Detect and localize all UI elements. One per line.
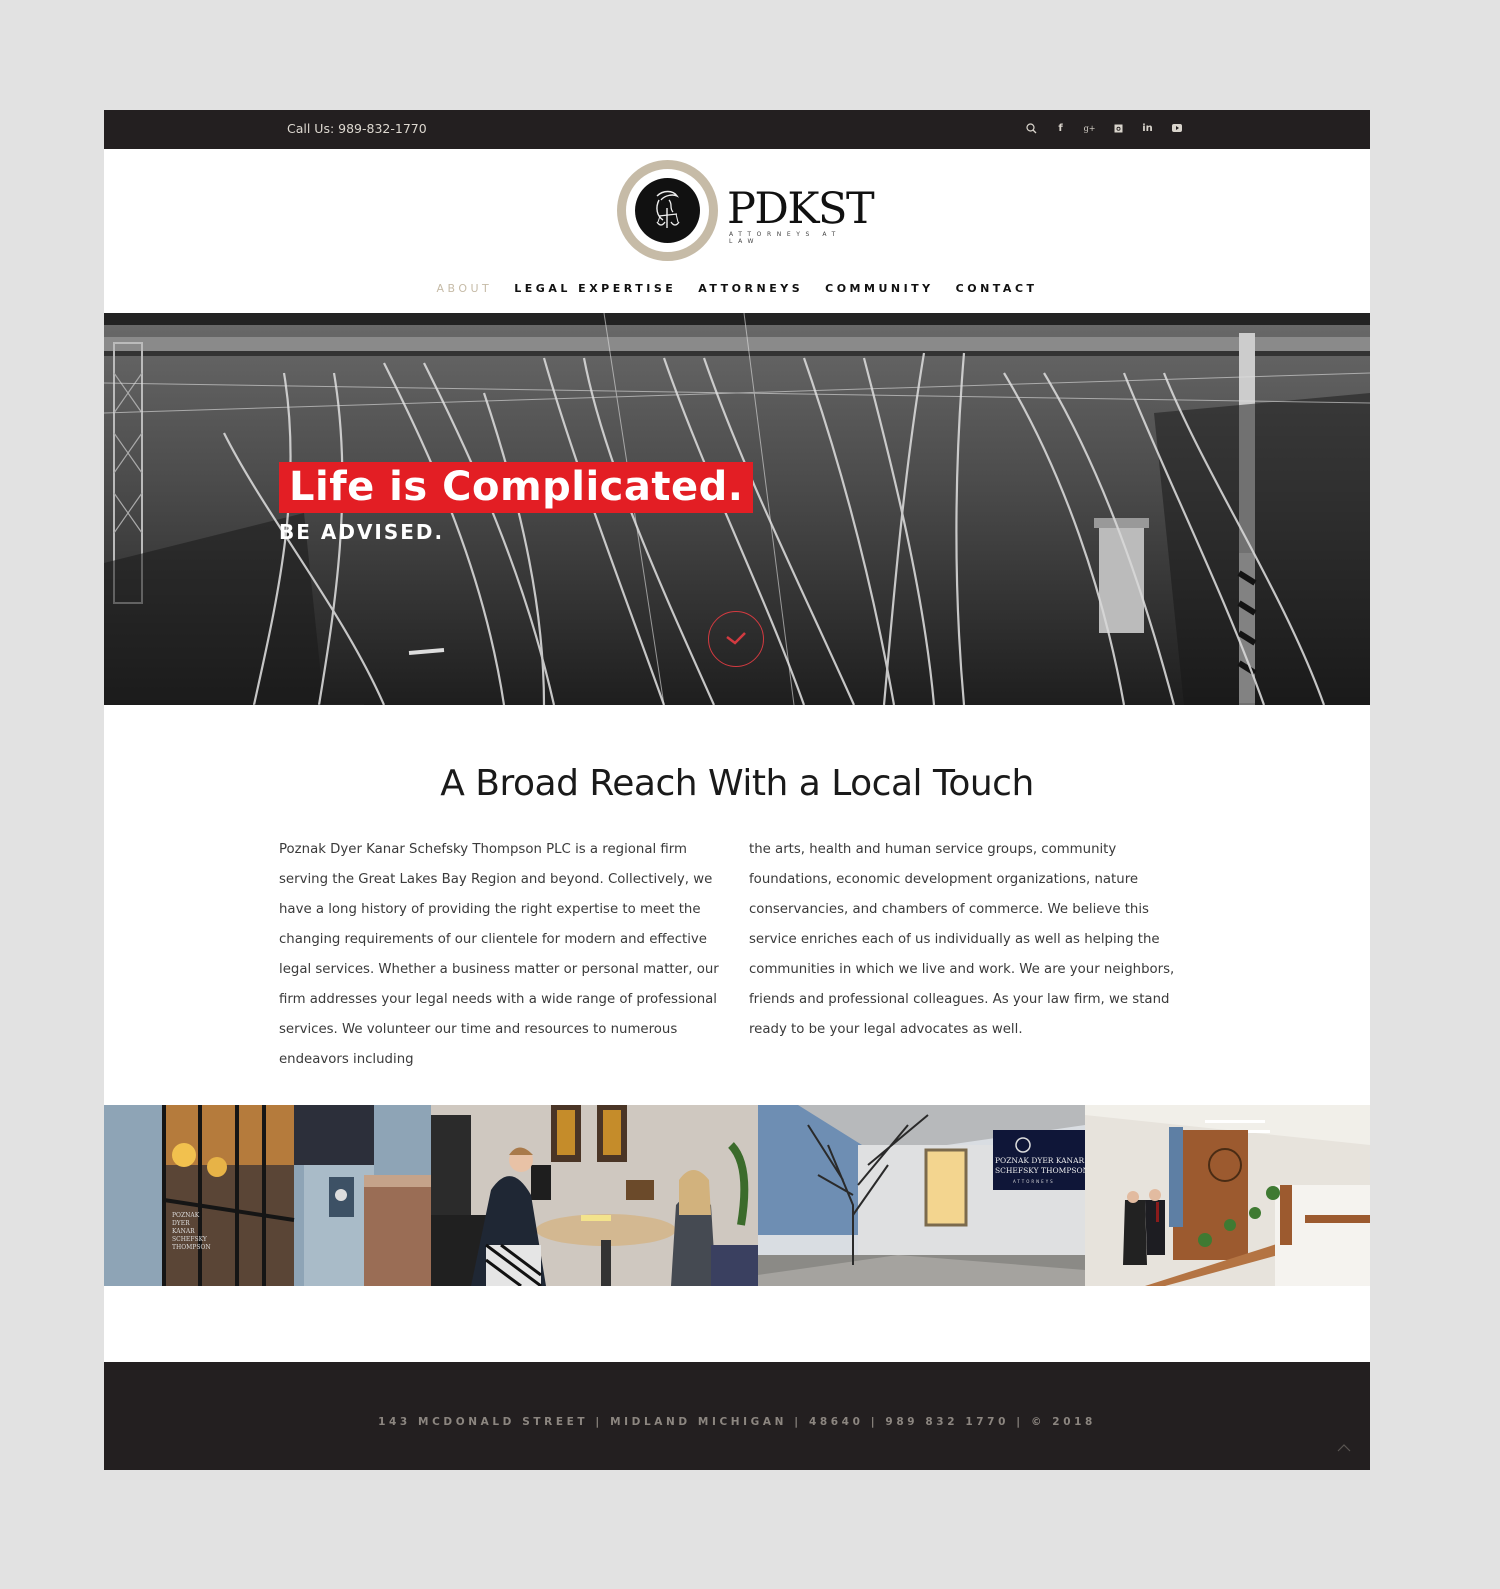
site-footer: 143 MCDONALD STREET | MIDLAND MICHIGAN |… xyxy=(104,1362,1370,1470)
svg-text:SCHEFSKY THOMPSON: SCHEFSKY THOMPSON xyxy=(995,1166,1085,1175)
svg-text:POZNAK DYER KANAR: POZNAK DYER KANAR xyxy=(995,1156,1085,1165)
svg-text:THOMPSON: THOMPSON xyxy=(172,1244,211,1251)
site-logo[interactable]: PDKST ATTORNEYS AT LAW xyxy=(617,160,875,263)
about-section: A Broad Reach With a Local Touch Poznak … xyxy=(104,705,1370,1105)
back-to-top-button[interactable] xyxy=(1336,1440,1352,1456)
instagram-icon[interactable] xyxy=(1104,121,1133,137)
hero-banner: Life is Complicated. BE ADVISED. xyxy=(104,313,1370,705)
about-heading: A Broad Reach With a Local Touch xyxy=(440,763,1034,804)
top-bar: Call Us: 989-832-1770 f g+ in xyxy=(104,110,1370,149)
building-exterior-photo: POZNAK DYER KANAR SCHEFSKY THOMPSON ATTO… xyxy=(758,1105,1085,1286)
page: Call Us: 989-832-1770 f g+ in PDKST ATTO… xyxy=(104,110,1370,1470)
nav-about[interactable]: ABOUT xyxy=(436,282,492,295)
social-links: f g+ in xyxy=(1017,121,1191,137)
svg-text:DYER: DYER xyxy=(172,1220,190,1227)
about-text-right: the arts, health and human service group… xyxy=(749,842,1175,1037)
hero-subheadline: BE ADVISED. xyxy=(279,520,445,544)
youtube-icon[interactable] xyxy=(1162,121,1191,137)
logo-tagline: ATTORNEYS AT LAW xyxy=(729,231,841,245)
google-plus-icon[interactable]: g+ xyxy=(1075,121,1104,137)
attorney-meeting-photo xyxy=(431,1105,758,1286)
nav-legal-expertise[interactable]: LEGAL EXPERTISE xyxy=(514,282,676,295)
scales-of-justice-icon xyxy=(635,178,700,243)
door-sign-text: POZNAK xyxy=(172,1212,200,1219)
photo-strip: POZNAK DYER KANAR SCHEFSKY THOMPSON POZN… xyxy=(104,1105,1370,1286)
office-interior-photo xyxy=(1085,1105,1370,1286)
main-nav: ABOUT LEGAL EXPERTISE ATTORNEYS COMMUNIT… xyxy=(104,282,1370,295)
scroll-down-button[interactable] xyxy=(708,611,764,667)
facebook-icon[interactable]: f xyxy=(1046,121,1075,137)
logo-wordmark: PDKST xyxy=(727,184,875,234)
about-text-left: Poznak Dyer Kanar Schefsky Thompson PLC … xyxy=(279,842,719,1067)
search-icon[interactable] xyxy=(1017,121,1046,137)
spacer xyxy=(104,1286,1370,1362)
chevron-up-icon xyxy=(1337,1444,1351,1452)
checkmark-chevron-icon xyxy=(725,631,746,645)
logo-emblem xyxy=(617,160,718,261)
svg-text:ATTORNEYS: ATTORNEYS xyxy=(1013,1179,1055,1184)
svg-text:KANAR: KANAR xyxy=(172,1228,195,1235)
call-us-phone[interactable]: Call Us: 989-832-1770 xyxy=(287,121,427,136)
nav-attorneys[interactable]: ATTORNEYS xyxy=(698,282,803,295)
nav-community[interactable]: COMMUNITY xyxy=(825,282,934,295)
nav-contact[interactable]: CONTACT xyxy=(956,282,1038,295)
hero-headline: Life is Complicated. xyxy=(279,462,754,513)
site-header: PDKST ATTORNEYS AT LAW ABOUT LEGAL EXPER… xyxy=(104,149,1370,313)
office-entrance-photo: POZNAK DYER KANAR SCHEFSKY THOMPSON xyxy=(104,1105,431,1286)
svg-text:SCHEFSKY: SCHEFSKY xyxy=(172,1236,208,1243)
linkedin-icon[interactable]: in xyxy=(1133,121,1162,137)
footer-address: 143 MCDONALD STREET | MIDLAND MICHIGAN |… xyxy=(378,1416,1096,1428)
